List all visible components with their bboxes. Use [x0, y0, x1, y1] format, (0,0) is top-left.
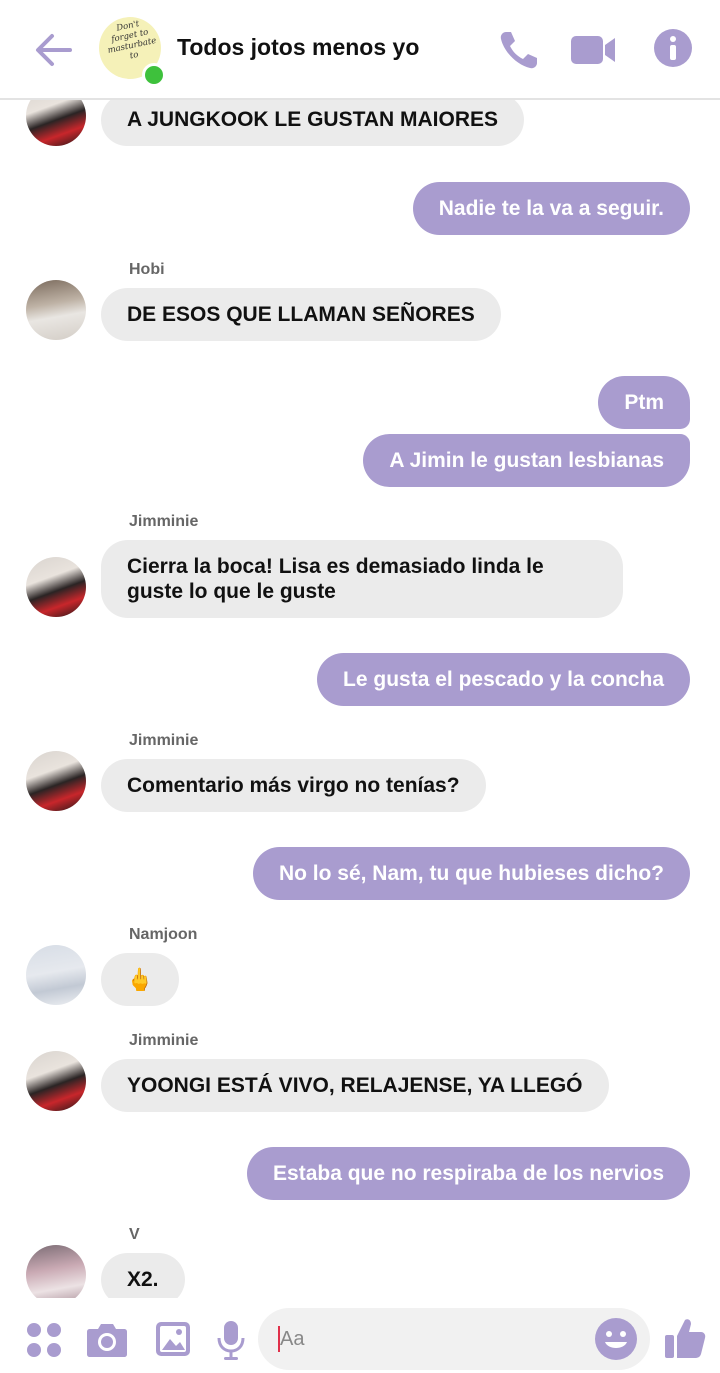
- video-call-icon[interactable]: [569, 28, 617, 72]
- outgoing-message[interactable]: Ptm: [598, 376, 690, 429]
- incoming-message[interactable]: Comentario más virgo no tenías?: [101, 759, 486, 812]
- incoming-message[interactable]: DE ESOS QUE LLAMAN SEÑORES: [101, 288, 501, 341]
- incoming-message[interactable]: YOONGI ESTÁ VIVO, RELAJENSE, YA LLEGÓ: [101, 1059, 609, 1112]
- avatar[interactable]: [26, 100, 86, 146]
- sender-name: Jimminie: [129, 513, 199, 530]
- gallery-icon[interactable]: [154, 1320, 192, 1358]
- message-input[interactable]: Aa: [258, 1308, 650, 1370]
- avatar[interactable]: [26, 945, 86, 1005]
- avatar[interactable]: [26, 557, 86, 617]
- phone-icon[interactable]: [497, 28, 541, 72]
- chat-title[interactable]: Todos jotos menos yo: [177, 34, 419, 61]
- avatar[interactable]: [26, 1051, 86, 1111]
- sender-name: Hobi: [129, 261, 165, 278]
- outgoing-message[interactable]: No lo sé, Nam, tu que hubieses dicho?: [252, 847, 690, 900]
- back-arrow-icon[interactable]: [30, 26, 78, 74]
- incoming-message[interactable]: Cierra la boca! Lisa es demasiado linda …: [101, 540, 623, 618]
- camera-icon[interactable]: [86, 1320, 128, 1358]
- outgoing-message[interactable]: A Jimin le gustan lesbianas: [363, 434, 690, 487]
- incoming-message[interactable]: X2.: [101, 1253, 185, 1298]
- avatar-sticker-text: Don't forget to masturbate to: [106, 19, 158, 62]
- outgoing-message[interactable]: Nadie te la va a seguir.: [412, 182, 690, 235]
- incoming-message[interactable]: A JUNGKOOK LE GUSTAN MAIORES: [101, 100, 525, 146]
- info-icon[interactable]: [653, 28, 693, 68]
- emoji-icon[interactable]: [594, 1317, 638, 1361]
- avatar[interactable]: [26, 280, 86, 340]
- thumbs-up-icon[interactable]: [664, 1316, 706, 1360]
- avatar[interactable]: [26, 751, 86, 811]
- sender-name: Jimminie: [129, 732, 199, 749]
- sender-name: Namjoon: [129, 926, 198, 943]
- outgoing-message[interactable]: Le gusta el pescado y la concha: [317, 653, 690, 706]
- chat-header: Don't forget to masturbate to Todos joto…: [0, 0, 720, 100]
- microphone-icon[interactable]: [216, 1320, 246, 1360]
- outgoing-message[interactable]: Estaba que no respiraba de los nervios: [247, 1147, 690, 1200]
- composer-bar: Aa: [0, 1298, 720, 1373]
- message-list[interactable]: A JUNGKOOK LE GUSTAN MAIORES Nadie te la…: [0, 100, 720, 1298]
- apps-icon[interactable]: [26, 1322, 62, 1358]
- sender-name: Jimminie: [129, 1032, 199, 1049]
- avatar[interactable]: [26, 1245, 86, 1298]
- sender-name: V: [129, 1226, 140, 1243]
- online-status-dot: [142, 63, 166, 87]
- incoming-emoji-message[interactable]: 🖕: [101, 953, 179, 1006]
- message-input-placeholder: Aa: [280, 1328, 305, 1350]
